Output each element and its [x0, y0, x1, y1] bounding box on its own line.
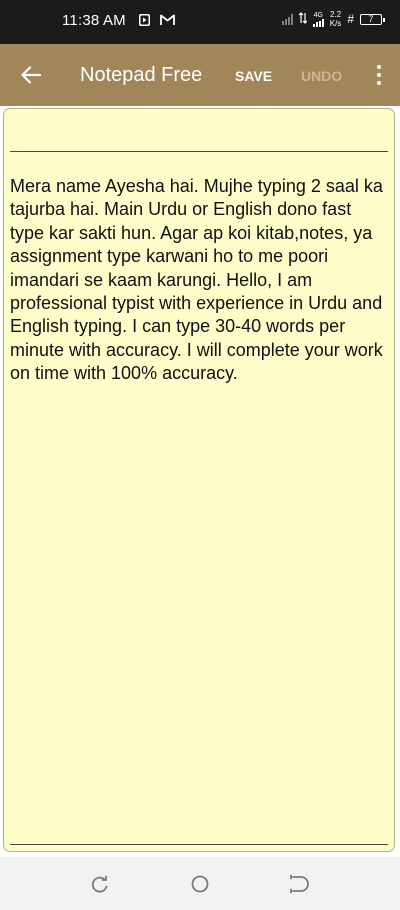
note-body-text[interactable]: Mera name Ayesha hai. Mujhe typing 2 saa…: [10, 175, 390, 386]
network-speed-value: 2.2: [329, 10, 342, 19]
battery-icon: 7: [360, 13, 385, 25]
back-nav-icon: [290, 874, 309, 894]
more-vertical-icon: [377, 65, 381, 85]
status-notification-icons: [139, 13, 175, 31]
recent-apps-icon: [91, 875, 108, 893]
note-editor: Mera name Ayesha hai. Mujhe typing 2 saa…: [3, 108, 395, 852]
status-system-icons: 4G 2.2 K/s # 7: [281, 10, 385, 28]
data-transfer-icon: [298, 12, 308, 26]
app-title: Notepad Free: [80, 64, 203, 86]
more-options-button[interactable]: [372, 62, 386, 88]
status-bar: 11:38 AM 4G 2.2 K/s # 7: [0, 0, 400, 44]
undo-button[interactable]: UNDO: [301, 68, 342, 84]
network-4g: 4G: [312, 11, 324, 27]
battery-level: 7: [368, 14, 374, 24]
save-button[interactable]: SAVE: [235, 68, 272, 84]
status-time: 11:38 AM: [62, 12, 126, 29]
gmail-icon: [160, 13, 175, 31]
bottom-divider: [10, 844, 388, 845]
home-icon: [191, 875, 209, 893]
signal-weak-icon: [281, 13, 293, 25]
back-button[interactable]: [16, 60, 46, 90]
note-title-input[interactable]: [11, 123, 385, 149]
media-play-icon: [139, 13, 150, 31]
back-nav-button[interactable]: [288, 873, 310, 895]
signal-strong-icon: [312, 18, 324, 27]
recent-apps-button[interactable]: [89, 873, 111, 895]
title-divider: [10, 151, 388, 152]
home-button[interactable]: [189, 873, 211, 895]
wifi-hash-icon: #: [347, 12, 354, 26]
network-speed: 2.2 K/s: [330, 10, 342, 28]
network-speed-unit: K/s: [329, 19, 342, 28]
arrow-left-icon: [21, 66, 41, 84]
network-type-label: 4G: [313, 11, 323, 19]
app-toolbar: Notepad Free SAVE UNDO: [0, 44, 400, 106]
system-navigation-bar: [0, 857, 400, 910]
